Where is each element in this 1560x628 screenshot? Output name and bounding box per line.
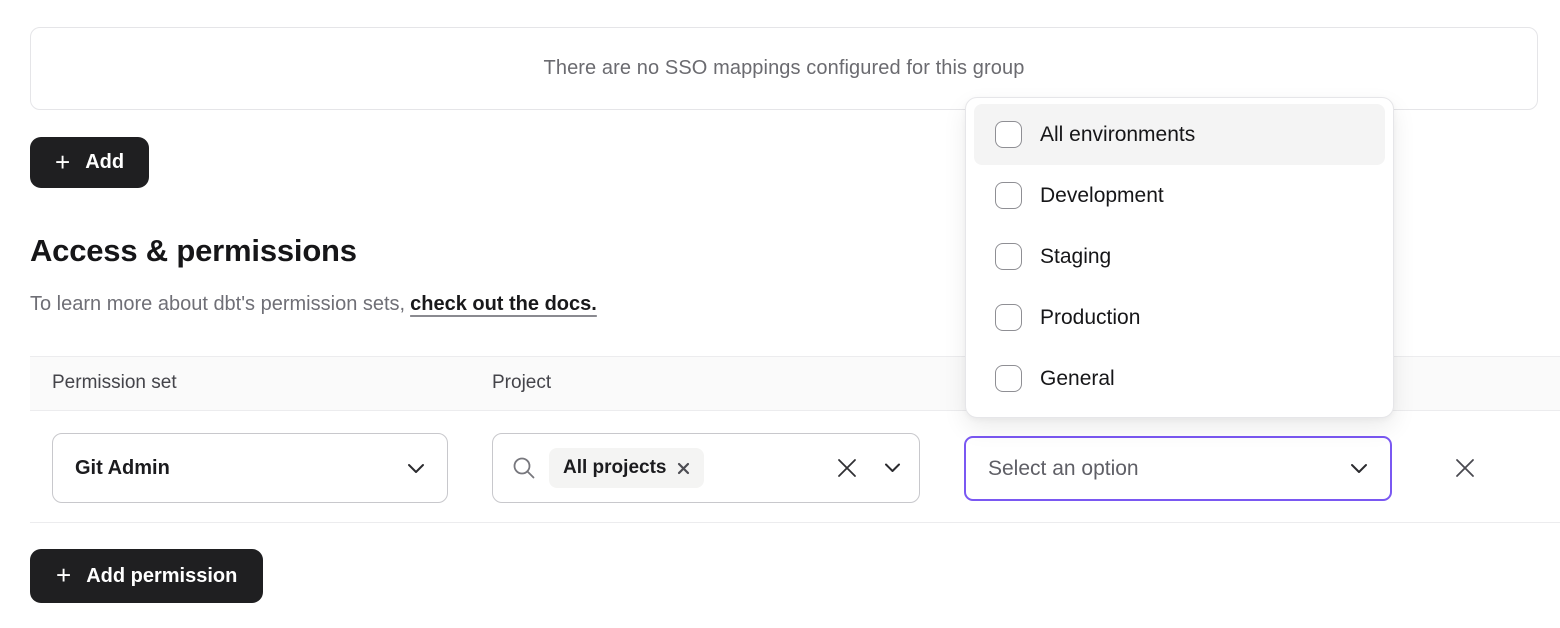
dropdown-option-label: All environments — [1040, 123, 1195, 147]
plus-icon: + — [56, 562, 71, 588]
project-tag: All projects — [549, 448, 704, 488]
permission-set-select[interactable]: Git Admin — [52, 433, 448, 503]
column-header-project: Project — [492, 372, 551, 394]
sso-empty-message: There are no SSO mappings configured for… — [544, 57, 1025, 80]
page-title: Access & permissions — [30, 233, 357, 269]
remove-row-icon[interactable] — [1450, 453, 1480, 483]
dropdown-option-development[interactable]: Development — [974, 165, 1385, 226]
dropdown-option-general[interactable]: General — [974, 348, 1385, 409]
docs-link[interactable]: check out the docs. — [410, 293, 597, 315]
dropdown-option-label: Staging — [1040, 245, 1111, 269]
dropdown-option-label: Development — [1040, 184, 1164, 208]
environment-dropdown-panel: All environments Development Staging Pro… — [965, 97, 1394, 418]
environment-select[interactable]: Select an option — [964, 436, 1392, 501]
add-sso-mapping-button[interactable]: + Add — [30, 137, 149, 188]
remove-tag-icon[interactable] — [677, 462, 690, 475]
checkbox-icon[interactable] — [995, 304, 1022, 331]
project-tag-label: All projects — [563, 457, 666, 479]
add-button-label: Add — [85, 151, 124, 174]
chevron-down-icon — [1350, 463, 1368, 474]
checkbox-icon[interactable] — [995, 243, 1022, 270]
add-permission-button[interactable]: + Add permission — [30, 549, 263, 603]
chevron-down-icon[interactable] — [884, 463, 901, 473]
search-icon — [511, 455, 537, 481]
checkbox-icon[interactable] — [995, 182, 1022, 209]
section-description: To learn more about dbt's permission set… — [30, 293, 597, 316]
checkbox-icon[interactable] — [995, 365, 1022, 392]
dropdown-option-production[interactable]: Production — [974, 287, 1385, 348]
column-header-permission-set: Permission set — [52, 372, 177, 394]
environment-placeholder: Select an option — [988, 457, 1139, 481]
dropdown-option-all-environments[interactable]: All environments — [974, 104, 1385, 165]
chevron-down-icon — [407, 463, 425, 474]
checkbox-icon[interactable] — [995, 121, 1022, 148]
row-divider — [30, 522, 1560, 523]
clear-all-icon[interactable] — [836, 457, 858, 479]
plus-icon: + — [55, 149, 70, 175]
project-multiselect[interactable]: All projects — [492, 433, 920, 503]
dropdown-option-staging[interactable]: Staging — [974, 226, 1385, 287]
dropdown-option-label: Production — [1040, 306, 1140, 330]
description-text: To learn more about dbt's permission set… — [30, 293, 405, 315]
dropdown-option-label: General — [1040, 367, 1115, 391]
add-permission-label: Add permission — [86, 565, 237, 588]
permission-set-value: Git Admin — [75, 457, 170, 480]
